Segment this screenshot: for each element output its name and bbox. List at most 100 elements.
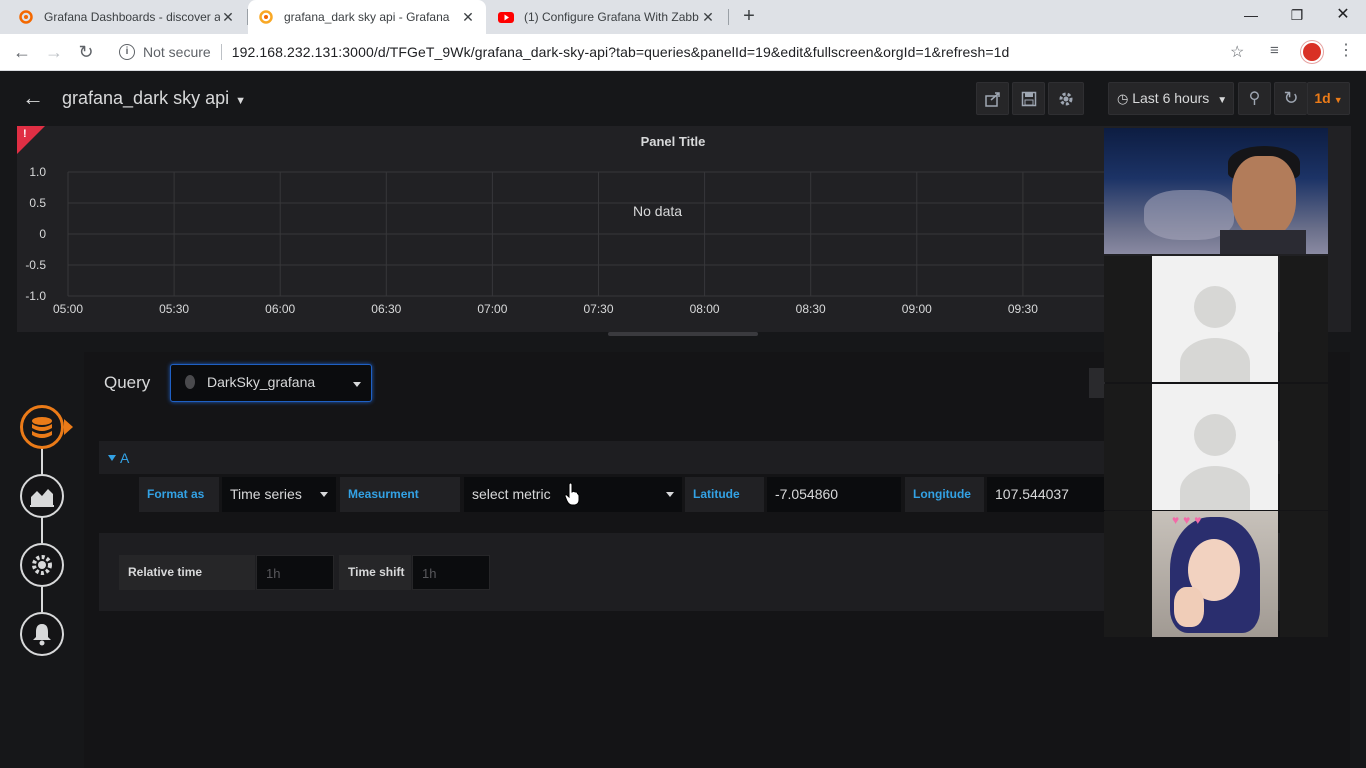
- x-tick-label: 07:00: [477, 302, 508, 316]
- alert-tab-button[interactable]: [20, 612, 64, 656]
- query-inspector-button[interactable]: [1089, 368, 1105, 398]
- grafana-navbar: ← grafana_dark sky api ▼ ◷ Last 6 hours ▼…: [0, 71, 1366, 126]
- collapse-icon[interactable]: [108, 455, 116, 461]
- grafana-favicon-icon: [259, 10, 273, 24]
- media-queue-icon[interactable]: ≡: [1270, 42, 1279, 59]
- area-chart-icon: [30, 489, 54, 507]
- refresh-interval-button[interactable]: 1d ▼: [1307, 82, 1350, 115]
- hand-cursor-icon: [564, 482, 580, 506]
- panel-resize-handle[interactable]: [608, 332, 758, 336]
- avatar-placeholder-body: [1180, 466, 1250, 510]
- video-tile-participant-1: [1104, 128, 1328, 254]
- refresh-interval-text: 1d: [1314, 90, 1331, 106]
- database-icon: [32, 417, 52, 438]
- participant-face: [1232, 156, 1296, 238]
- connector-line: [41, 447, 43, 475]
- time-shift-label: Time shift: [339, 555, 411, 590]
- security-status[interactable]: Not secure: [143, 44, 211, 60]
- queries-tab-button[interactable]: [20, 405, 64, 449]
- refresh-button[interactable]: ↻: [1274, 82, 1307, 115]
- connector-line: [41, 587, 43, 612]
- relative-time-input[interactable]: 1h: [256, 555, 334, 590]
- url-text[interactable]: 192.168.232.131:3000/d/TFGeT_9Wk/grafana…: [232, 44, 1010, 60]
- avatar-placeholder-body: [1180, 338, 1250, 382]
- tab-title: Grafana Dashboards - discover an: [44, 10, 220, 24]
- info-icon[interactable]: i: [119, 44, 135, 60]
- measurement-label: Measurment: [340, 477, 460, 512]
- video-side-bar: [1280, 511, 1328, 637]
- save-icon: [1021, 91, 1036, 107]
- settings-button[interactable]: [1048, 82, 1084, 115]
- y-tick-label: 0: [39, 227, 46, 241]
- reload-icon[interactable]: ↻: [74, 40, 98, 64]
- x-tick-label: 09:00: [901, 302, 932, 316]
- chevron-down-icon: ▼: [1217, 95, 1228, 106]
- y-tick-label: 1.0: [29, 165, 46, 179]
- video-side-bar: [1104, 384, 1152, 510]
- chevron-down-icon: [353, 382, 361, 387]
- video-side-bar: [1280, 384, 1328, 510]
- time-shift-input[interactable]: 1h: [412, 555, 490, 590]
- chevron-down-icon: ▼: [235, 95, 246, 107]
- tab-grafana-dashboards[interactable]: Grafana Dashboards - discover an ✕: [8, 0, 246, 34]
- share-button[interactable]: [976, 82, 1009, 115]
- format-as-select[interactable]: Time series: [222, 477, 336, 512]
- connector-line: [41, 517, 43, 543]
- back-arrow-icon[interactable]: ←: [22, 85, 44, 111]
- x-tick-label: 09:30: [1007, 302, 1038, 316]
- time-range-text: Last 6 hours: [1132, 90, 1210, 106]
- tab-youtube[interactable]: (1) Configure Grafana With Zabb ✕: [488, 0, 726, 34]
- x-tick-label: 08:00: [689, 302, 720, 316]
- datasource-icon: [185, 375, 195, 389]
- address-bar[interactable]: i Not secure 192.168.232.131:3000/d/TFGe…: [108, 38, 1258, 66]
- close-tab-icon[interactable]: ✕: [460, 9, 476, 26]
- video-tile-participant-3: [1152, 384, 1278, 510]
- longitude-input[interactable]: 107.544037: [987, 477, 1105, 512]
- x-tick-label: 08:30: [795, 302, 826, 316]
- minimize-icon[interactable]: —: [1228, 4, 1274, 26]
- bookmark-star-icon[interactable]: ☆: [1230, 42, 1244, 62]
- save-dashboard-button[interactable]: [1012, 82, 1045, 115]
- back-icon[interactable]: ←: [10, 40, 34, 64]
- grafana-favicon-icon: [19, 10, 33, 24]
- datasource-picker[interactable]: DarkSky_grafana: [170, 364, 372, 402]
- video-tile-participant-4: ♥♥♥: [1152, 511, 1278, 637]
- y-tick-label: 0.5: [29, 196, 46, 210]
- x-tick-label: 07:30: [583, 302, 614, 316]
- chevron-down-icon: [320, 492, 328, 497]
- tab-title: (1) Configure Grafana With Zabb: [524, 10, 699, 24]
- tab-grafana-dark-sky[interactable]: grafana_dark sky api - Grafana ✕: [248, 0, 486, 34]
- profile-avatar[interactable]: [1301, 41, 1323, 63]
- heart-filter-icon: ♥♥♥: [1172, 513, 1206, 527]
- share-icon: [984, 92, 1000, 107]
- query-ref-id: A: [120, 450, 130, 466]
- relative-time-label: Relative time: [119, 555, 255, 590]
- participant-hand: [1174, 587, 1204, 627]
- zoom-out-button[interactable]: ⚲: [1238, 82, 1271, 115]
- metric-value: select metric: [472, 486, 551, 502]
- participant-shirt: [1220, 230, 1306, 254]
- format-as-label: Format as: [139, 477, 219, 512]
- tab-title: grafana_dark sky api - Grafana: [284, 10, 450, 24]
- x-tick-label: 05:00: [52, 302, 84, 316]
- menu-kebab-icon[interactable]: ⋮: [1338, 40, 1354, 60]
- x-tick-label: 06:30: [371, 302, 402, 316]
- new-tab-button[interactable]: +: [738, 5, 760, 27]
- clock-icon: ◷: [1117, 91, 1129, 106]
- close-tab-icon[interactable]: ✕: [700, 9, 716, 26]
- datasource-name: DarkSky_grafana: [207, 374, 316, 390]
- browser-toolbar: ← → ↻ i Not secure 192.168.232.131:3000/…: [0, 34, 1366, 71]
- forward-icon[interactable]: →: [42, 40, 66, 64]
- dashboard-title[interactable]: grafana_dark sky api ▼: [62, 88, 246, 109]
- no-data-message: No data: [633, 203, 683, 219]
- time-picker-button[interactable]: ◷ Last 6 hours ▼: [1108, 82, 1234, 115]
- close-window-icon[interactable]: ✕: [1320, 4, 1366, 26]
- close-tab-icon[interactable]: ✕: [220, 9, 236, 26]
- general-tab-button[interactable]: [20, 543, 64, 587]
- visualization-tab-button[interactable]: [20, 474, 64, 518]
- browser-tab-bar: Grafana Dashboards - discover an ✕ grafa…: [0, 0, 1366, 34]
- y-tick-label: -1.0: [25, 289, 46, 303]
- latitude-input[interactable]: -7.054860: [767, 477, 901, 512]
- restore-icon[interactable]: ❐: [1274, 4, 1320, 26]
- video-side-bar: [1104, 511, 1152, 637]
